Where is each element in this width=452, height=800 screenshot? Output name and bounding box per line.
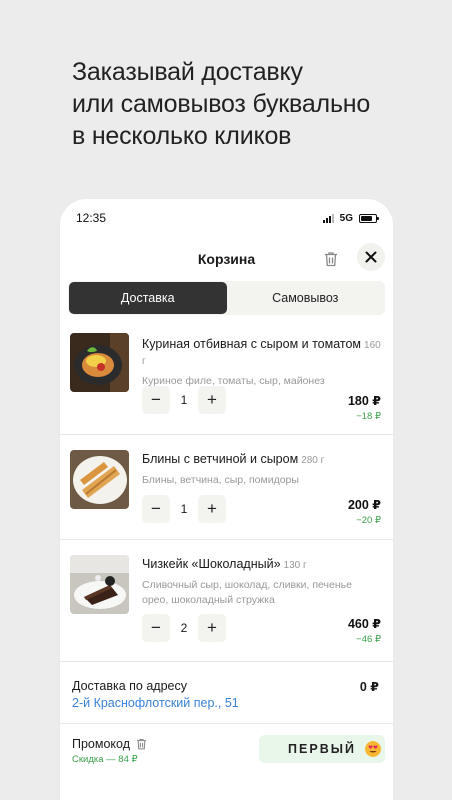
heart-eyes-emoji-icon [365,741,381,757]
cart-item: Куриная отбивная с сыром и томатом 160 г … [60,329,393,434]
item-discount: −20 ₽ [356,515,381,526]
quantity-value: 1 [180,393,188,407]
quantity-stepper: − 2 + [142,614,226,642]
delivery-label: Доставка по адресу [72,679,187,693]
increase-button[interactable]: + [198,386,226,414]
status-time: 12:35 [76,211,107,225]
item-price: 200 ₽ [347,498,381,512]
tab-delivery[interactable]: Доставка [69,282,227,314]
page-title: Корзина [197,251,256,267]
headline-line-1: Заказывай доставку [72,58,303,86]
phone-screen: 12:35 5G Корзина Доставка Самовывоз Кури… [60,199,393,800]
battery-icon [359,213,379,223]
item-title: Блины с ветчиной и сыром [142,452,299,466]
status-indicators: 5G [322,212,379,224]
promo-headline: Заказывай доставку или самовывоз букваль… [72,56,412,152]
promo-section: Промокод Скидка — 84 ₽ ПЕРВЫЙ [60,723,393,800]
item-name: Блины с ветчиной и сыром 280 г [142,452,383,468]
decrease-button[interactable]: − [142,495,170,523]
promo-discount: Скидка — 84 ₽ [72,754,138,765]
promo-label: Промокод [72,737,131,751]
item-image-chicken [70,333,129,392]
quantity-stepper: − 1 + [142,386,226,414]
item-image-cheesecake [70,555,129,614]
item-discount: −46 ₽ [356,634,381,645]
trash-icon [325,252,337,267]
status-bar: 12:35 5G [60,199,393,237]
quantity-value: 1 [180,502,188,516]
increase-button[interactable]: + [198,614,226,642]
item-image-pancakes [70,450,129,509]
headline-line-3: в несколько кликов [72,122,292,150]
cart-item: Чизкейк «Шоколадный» 130 г Сливочный сыр,… [60,539,393,661]
item-price: 460 ₽ [347,617,381,631]
quantity-stepper: − 1 + [142,495,226,523]
item-description: Сливочный сыр, шоколад, сливки, печенье … [142,579,352,606]
increase-button[interactable]: + [198,495,226,523]
promo-code-value: ПЕРВЫЙ [288,742,356,756]
signal-icon [322,213,334,223]
item-price-box: 200 ₽ −20 ₽ [348,497,381,526]
promo-label-row: Промокод [72,737,147,751]
item-weight: 130 г [283,560,307,571]
item-title: Чизкейк «Шоколадный» [142,557,281,571]
clear-cart-button[interactable] [319,247,343,271]
item-info: Блины с ветчиной и сыром 280 г Блины, вет… [142,452,383,488]
item-info: Куриная отбивная с сыром и томатом 160 г … [142,337,383,389]
tab-pickup[interactable]: Самовывоз [227,282,385,314]
cart-items: Куриная отбивная с сыром и томатом 160 г … [60,329,393,661]
decrease-button[interactable]: − [142,386,170,414]
close-button[interactable] [357,243,385,271]
item-info: Чизкейк «Шоколадный» 130 г Сливочный сыр,… [142,557,383,608]
item-description: Блины, ветчина, сыр, помидоры [142,474,299,486]
decrease-button[interactable]: − [142,614,170,642]
headline-line-2: или самовывоз буквально [72,90,371,118]
delivery-cost: 0 ₽ [359,680,379,694]
promo-code-field[interactable]: ПЕРВЫЙ [259,735,385,763]
item-title: Куриная отбивная с сыром и томатом [142,337,362,351]
cart-item: Блины с ветчиной и сыром 280 г Блины, вет… [60,434,393,539]
network-type: 5G [339,212,353,224]
item-name: Куриная отбивная с сыром и томатом 160 г [142,337,383,369]
quantity-value: 2 [180,621,188,635]
remove-promo-icon[interactable] [136,738,147,750]
item-weight: 280 г [301,455,325,466]
delivery-section: Доставка по адресу 2-й Краснофлотский пе… [60,661,393,723]
item-name: Чизкейк «Шоколадный» 130 г [142,557,383,573]
item-price-box: 460 ₽ −46 ₽ [348,616,381,645]
delivery-address-link[interactable]: 2-й Краснофлотский пер., 51 [72,696,239,710]
cart-header: Корзина [60,237,393,281]
item-price: 180 ₽ [347,394,381,408]
item-discount: −18 ₽ [356,411,381,422]
close-icon [365,251,377,263]
item-price-box: 180 ₽ −18 ₽ [348,393,381,422]
delivery-mode-tabs: Доставка Самовывоз [68,281,385,315]
